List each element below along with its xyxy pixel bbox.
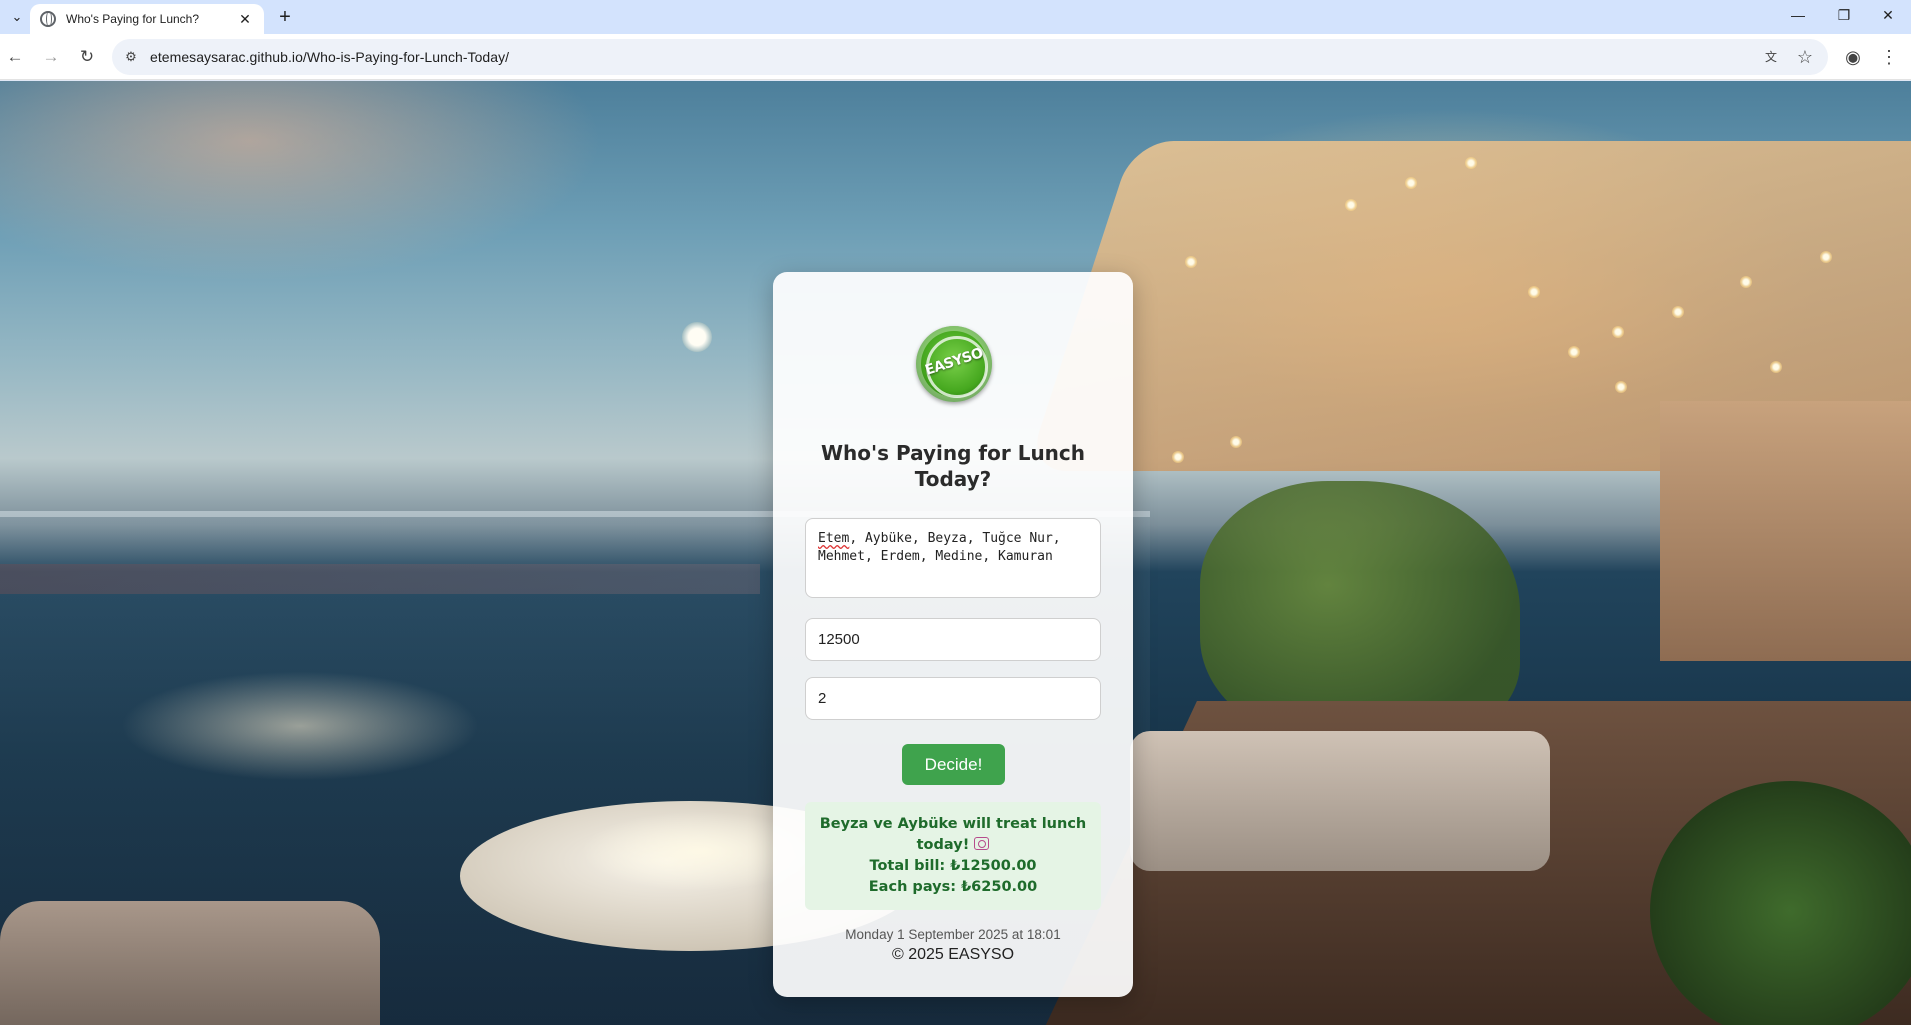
url-text[interactable]: etemesaysarac.github.io/Who-is-Paying-fo… [150, 49, 509, 65]
string-light [1740, 276, 1752, 288]
background-moon [682, 322, 712, 352]
bill-amount-input[interactable]: 12500 [805, 618, 1101, 661]
tab-title: Who's Paying for Lunch? [66, 12, 200, 26]
address-bar[interactable]: ⚙ etemesaysarac.github.io/Who-is-Paying-… [112, 39, 1828, 75]
bookmark-star-icon[interactable]: ☆ [1794, 46, 1816, 68]
string-light [1345, 199, 1357, 211]
string-light [1770, 361, 1782, 373]
translate-icon[interactable]: 文 [1760, 47, 1782, 67]
background-chair [0, 901, 380, 1025]
page-title: Who's Paying for Lunch Today? [820, 441, 1086, 491]
payer-count-input[interactable]: 2 [805, 677, 1101, 720]
background-sofa [1130, 731, 1550, 871]
profile-icon[interactable]: ◉ [1839, 43, 1867, 71]
background-building [1660, 401, 1911, 661]
result-box: Beyza ve Aybüke will treat lunch today! … [805, 802, 1101, 910]
back-icon[interactable]: ← [1, 43, 29, 71]
string-light [1820, 251, 1832, 263]
string-light [1465, 157, 1477, 169]
site-info-icon[interactable]: ⚙ [121, 47, 141, 67]
background-lamp-glow [120, 671, 480, 781]
easyso-logo: EASYSO [916, 326, 992, 402]
string-light [1172, 451, 1184, 463]
menu-icon[interactable]: ⋮ [1875, 43, 1903, 71]
reload-icon[interactable]: ↻ [73, 43, 101, 71]
new-tab-icon[interactable]: + [272, 5, 298, 31]
datetime-text: Monday 1 September 2025 at 18:01 [845, 927, 1061, 942]
string-light [1672, 306, 1684, 318]
result-each: Each pays: ₺6250.00 [868, 879, 1038, 895]
decide-button[interactable]: Decide! [902, 744, 1005, 785]
copyright-text: © 2025 EASYSO [891, 946, 1015, 963]
forward-icon[interactable]: → [37, 43, 65, 71]
browser-toolbar: ← → ↻ ⚙ etemesaysarac.github.io/Who-is-P… [0, 34, 1911, 80]
string-light [1230, 436, 1242, 448]
page-background: EASYSO Who's Paying for Lunch Today? Ete… [0, 81, 1911, 1025]
plate-icon [974, 837, 990, 850]
window-close-icon[interactable]: ✕ [1865, 0, 1911, 30]
close-icon[interactable]: ✕ [236, 11, 254, 28]
logo-text: EASYSO [923, 345, 985, 379]
names-first-word: Etem [818, 531, 850, 546]
lunch-card: EASYSO Who's Paying for Lunch Today? Ete… [773, 272, 1133, 997]
tab-search-icon[interactable]: ⌄ [4, 4, 30, 30]
names-textarea[interactable]: Etem, Aybüke, Beyza, Tuğce Nur, Mehmet, … [805, 518, 1101, 598]
string-light [1185, 256, 1197, 268]
active-tab[interactable]: Who's Paying for Lunch? ✕ [30, 4, 264, 34]
string-light [1615, 381, 1627, 393]
minimize-icon[interactable]: — [1775, 0, 1821, 30]
result-total: Total bill: ₺12500.00 [869, 858, 1037, 874]
names-rest: , Aybüke, Beyza, Tuğce Nur, Mehmet, Erde… [818, 531, 1061, 564]
favicon-globe-icon [40, 11, 56, 27]
string-light [1528, 286, 1540, 298]
result-message: Beyza ve Aybüke will treat lunch today! [819, 816, 1087, 853]
string-light [1612, 326, 1624, 338]
tab-strip: ⌄ Who's Paying for Lunch? ✕ + — ❐ ✕ [0, 0, 1911, 34]
restore-icon[interactable]: ❐ [1821, 0, 1867, 30]
string-light [1405, 177, 1417, 189]
string-light [1568, 346, 1580, 358]
